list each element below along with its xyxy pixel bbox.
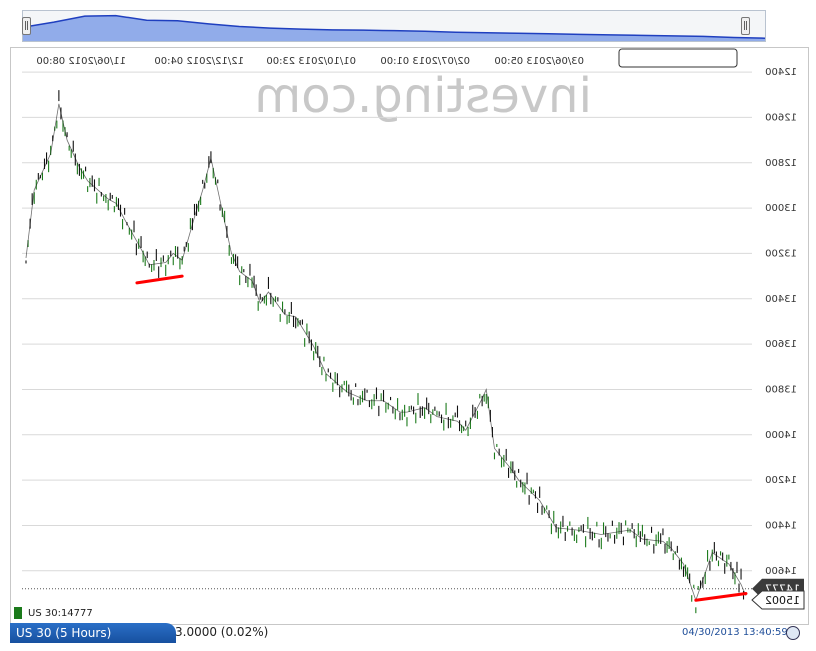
y-tick-label: 12600 <box>765 112 797 123</box>
legend-swatch <box>14 607 22 619</box>
legend: US 30:14777 <box>14 607 93 619</box>
y-tick-label: 12400 <box>765 67 797 78</box>
y-tick-label: 13800 <box>765 384 797 395</box>
y-tick-label: 14200 <box>765 475 797 486</box>
legend-label: US 30:14777 <box>28 608 93 619</box>
x-tick-label: 11/06/2012 08:00 <box>36 56 126 67</box>
x-selected-date-box <box>618 48 738 68</box>
price-series <box>25 90 747 614</box>
x-tick-label: 12/12/2012 04:00 <box>154 56 244 67</box>
y-tick-label: 14600 <box>765 566 797 577</box>
y-axis-ticks: 12400 12600 12800 13000 13200 13400 13600 13800… <box>765 67 797 577</box>
change-value: 3.0000 (0.02%) <box>175 625 269 639</box>
y-tick-label: 14400 <box>765 520 797 531</box>
support-lines <box>135 274 748 602</box>
support-line <box>694 591 748 602</box>
y-tick-label: 12800 <box>765 158 797 169</box>
x-tick-label: 02/07/2013 01:00 <box>380 56 470 67</box>
gridlines <box>22 71 752 572</box>
axis-tags: 1477715002 <box>751 578 805 610</box>
y-tick-label: 13000 <box>765 203 797 214</box>
y-tick-label: 14000 <box>765 430 797 441</box>
y-tick-label: 13400 <box>765 294 797 305</box>
x-axis-ticks: 11/06/2012 08:00 12/12/2012 04:00 01/10/20… <box>36 48 738 68</box>
watermark: investing.com <box>254 68 592 124</box>
price-chart: investing.com 12400126001280013000132001… <box>22 48 805 614</box>
x-tick-label: 01/10/2013 23:00 <box>266 56 356 67</box>
instrument-tab[interactable]: US 30 (5 Hours) <box>10 623 176 643</box>
bottom-tick-label: 15002 <box>765 594 800 607</box>
support-line <box>135 274 184 285</box>
x-tick-label: 03/06/2013 05:00 <box>494 56 584 67</box>
y-tick-label: 13600 <box>765 339 797 350</box>
clock-icon <box>786 626 800 640</box>
footer-bar: US 30 (5 Hours) 3.0000 (0.02%) <box>10 623 310 645</box>
timestamp: 04/30/2013 13:40:59 <box>682 627 788 638</box>
y-tick-label: 13200 <box>765 248 797 259</box>
instrument-label: US 30 (5 Hours) <box>16 626 112 640</box>
